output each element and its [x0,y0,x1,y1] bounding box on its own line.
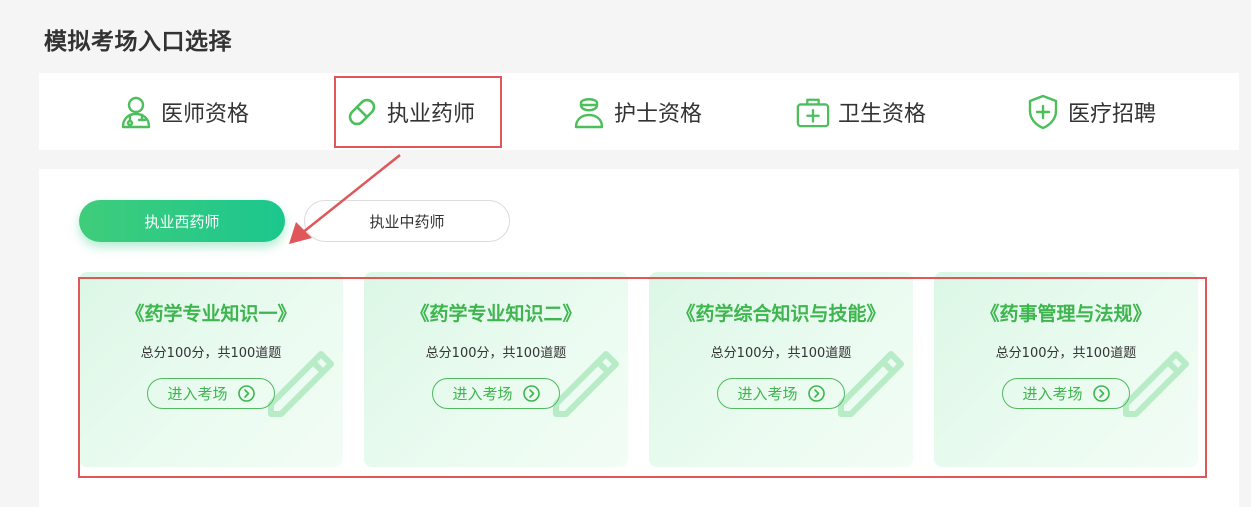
tab-chinese-pharmacist[interactable]: 执业中药师 [304,200,510,242]
category-recruit[interactable]: 医疗招聘 [1026,73,1156,150]
shield-plus-icon [1026,94,1060,129]
category-nurse[interactable]: 护士资格 [572,73,702,150]
nurse-icon [572,95,606,129]
enter-exam-button[interactable]: 进入考场 [432,378,560,409]
card-title: 《药学综合知识与技能》 [676,303,886,325]
chevron-right-circle-icon [522,385,540,402]
category-bar: 医师资格 执业药师 护士资格 卫生资格 医疗招聘 [39,73,1239,150]
medkit-icon [796,95,830,129]
category-label: 医疗招聘 [1068,101,1157,127]
exam-card: 《药事管理与法规》 总分100分，共100道题 进入考场 [934,272,1198,467]
chevron-right-circle-icon [807,385,825,402]
enter-exam-button[interactable]: 进入考场 [1002,378,1130,409]
exam-card: 《药学综合知识与技能》 总分100分，共100道题 进入考场 [649,272,913,467]
category-label: 医师资格 [161,101,250,127]
enter-exam-label: 进入考场 [452,385,513,403]
pill-icon [345,95,379,129]
exam-card: 《药学专业知识一》 总分100分，共100道题 进入考场 [79,272,343,467]
enter-exam-label: 进入考场 [1022,385,1083,403]
card-desc: 总分100分，共100道题 [995,346,1137,361]
enter-exam-label: 进入考场 [167,385,228,403]
category-label: 卫生资格 [838,101,927,127]
page-title: 模拟考场入口选择 [44,29,232,55]
card-desc: 总分100分，共100道题 [710,346,852,361]
category-doctor[interactable]: 医师资格 [119,73,249,150]
enter-exam-button[interactable]: 进入考场 [717,378,845,409]
tab-western-pharmacist[interactable]: 执业西药师 [79,200,285,242]
card-desc: 总分100分，共100道题 [140,346,282,361]
exam-card: 《药学专业知识二》 总分100分，共100道题 进入考场 [364,272,628,467]
category-health[interactable]: 卫生资格 [796,73,926,150]
category-label: 护士资格 [614,101,703,127]
card-desc: 总分100分，共100道题 [425,346,567,361]
chevron-right-circle-icon [237,385,255,402]
enter-exam-label: 进入考场 [737,385,798,403]
category-pharmacist[interactable]: 执业药师 [345,73,475,150]
enter-exam-button[interactable]: 进入考场 [147,378,275,409]
card-title: 《药事管理与法规》 [980,303,1152,325]
chevron-right-circle-icon [1092,385,1110,402]
category-label: 执业药师 [387,101,476,127]
card-title: 《药学专业知识一》 [125,303,297,325]
card-title: 《药学专业知识二》 [410,303,582,325]
doctor-icon [119,95,153,129]
